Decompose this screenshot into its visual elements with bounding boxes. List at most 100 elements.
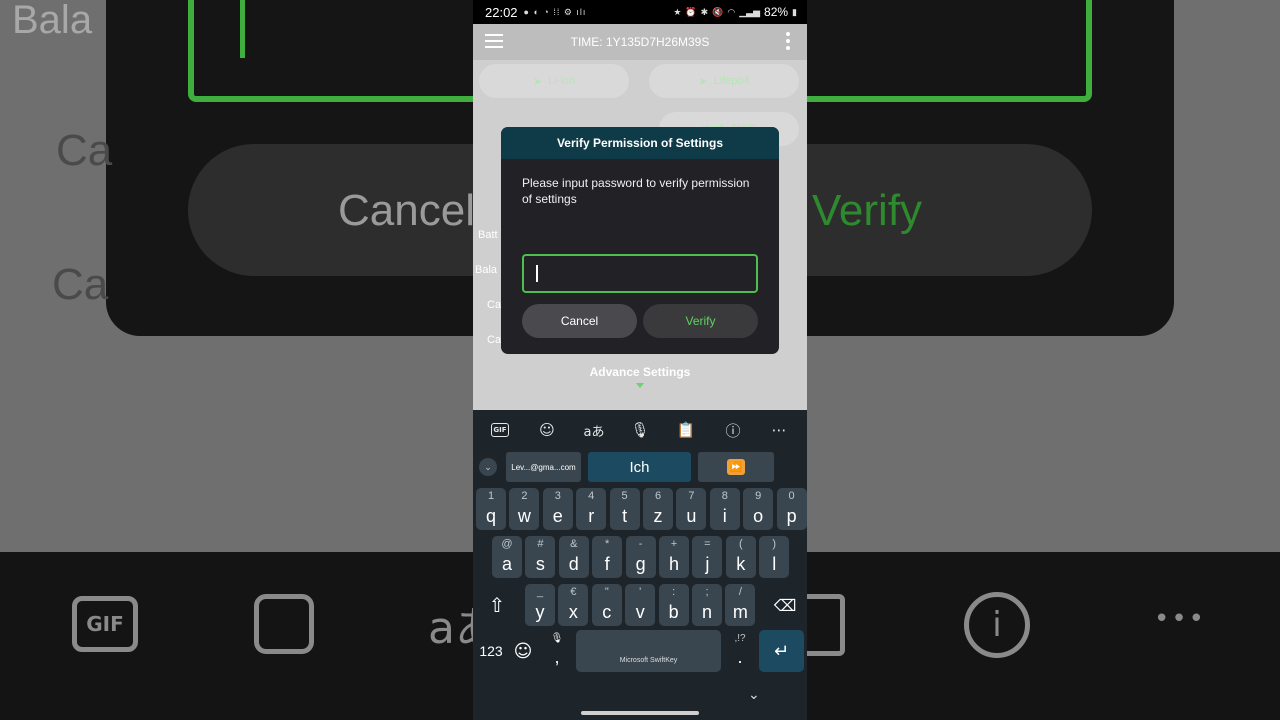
battery-level: 82% <box>764 5 789 19</box>
key-primary-label: x <box>568 602 578 622</box>
key-j[interactable]: = j <box>692 536 723 578</box>
key-primary-label: d <box>568 554 579 574</box>
period-key[interactable]: ,!? . <box>725 630 755 672</box>
microphone-icon[interactable]: 🎙 <box>628 418 652 442</box>
info-icon[interactable]: ⓘ <box>721 418 745 442</box>
key-y[interactable]: _ y <box>525 584 555 626</box>
key-d[interactable]: & d <box>558 536 589 578</box>
background-cancel-text: Cancel <box>338 186 475 235</box>
key-primary-label: t <box>622 506 628 526</box>
password-input[interactable] <box>522 254 758 293</box>
backspace-key[interactable]: ⌫ <box>768 584 802 626</box>
dialog-title: Verify Permission of Settings <box>501 127 779 159</box>
advance-settings-link[interactable]: Advance Settings <box>473 365 807 379</box>
lifepo4-button[interactable]: ➤ Lifepo4 <box>649 64 799 98</box>
key-s[interactable]: # s <box>525 536 556 578</box>
expand-arrow-icon <box>636 383 644 388</box>
key-primary-label: z <box>653 506 663 526</box>
key-z[interactable]: 6z <box>643 488 673 530</box>
key-primary-label: k <box>736 554 746 574</box>
key-primary-label: n <box>701 602 712 622</box>
mute-icon: 🔇 <box>712 6 724 17</box>
key-v[interactable]: ' v <box>625 584 656 626</box>
overflow-menu-icon[interactable] <box>785 32 791 50</box>
key-x[interactable]: € x <box>558 584 589 626</box>
battery-label: Batt <box>478 229 498 241</box>
key-primary-label: h <box>668 554 679 574</box>
key-u[interactable]: 7u <box>676 488 707 530</box>
phone-screen: 22:02 ● ◐ ◔ ⁞⁞ ⚙ ılı ★ ⏰ ✱ 🔇 ◠ ▁▃▅ 82% ▮… <box>473 0 807 720</box>
gesture-bar[interactable] <box>581 711 699 715</box>
background-verify-text: Verify <box>812 186 923 235</box>
key-h[interactable]: + h <box>659 536 689 578</box>
key-o[interactable]: 9o <box>743 488 774 530</box>
key-secondary-label: _ <box>536 586 544 598</box>
comma-key[interactable]: 🎙 , <box>543 630 571 672</box>
key-secondary-label: & <box>570 538 578 550</box>
key-primary-label: u <box>686 506 697 526</box>
key-secondary-label: 9 <box>755 490 762 502</box>
suggestion-word[interactable]: Ich <box>588 452 691 482</box>
more-icon[interactable]: ⋯ <box>767 418 791 442</box>
key-secondary-label: # <box>537 538 544 550</box>
key-c[interactable]: " c <box>591 584 622 626</box>
collapse-suggestions-icon[interactable]: ⌄ <box>479 458 497 476</box>
background-ca-text: Ca <box>52 260 109 309</box>
sticker-icon[interactable]: ☺ <box>535 418 559 442</box>
suggestion-email[interactable]: Lev...@gma...com <box>506 452 581 482</box>
key-primary-label: a <box>501 554 512 574</box>
key-secondary-label: 1 <box>487 490 495 502</box>
key-secondary-label: ' <box>639 586 642 598</box>
key-primary-label: f <box>604 554 610 574</box>
background-green-line <box>240 0 245 58</box>
background-ca-text: Ca <box>56 126 113 175</box>
notification-icons: ● ◐ ◔ ⁞⁞ ⚙ ılı <box>523 6 587 17</box>
background-balance-text: Bala <box>12 0 93 42</box>
key-r[interactable]: 4r <box>576 488 607 530</box>
translate-icon[interactable]: aあ <box>582 418 606 442</box>
numbers-key[interactable]: 123 <box>476 630 506 672</box>
key-primary-label: m <box>732 602 748 622</box>
key-p[interactable]: 0p <box>776 488 807 530</box>
emoji-key[interactable]: ☺ <box>510 630 536 672</box>
text-cursor <box>536 265 538 282</box>
key-f[interactable]: * f <box>592 536 623 578</box>
key-e[interactable]: 3e <box>542 488 573 530</box>
key-primary-label: w <box>517 506 531 526</box>
cancel-button[interactable]: Cancel <box>522 304 637 338</box>
key-t[interactable]: 5t <box>609 488 640 530</box>
key-m[interactable]: / m <box>725 584 756 626</box>
key-i[interactable]: 8i <box>709 488 740 530</box>
menu-icon[interactable] <box>485 34 503 48</box>
key-secondary-label: 6 <box>654 490 662 502</box>
alarm-icon: ⏰ <box>685 6 697 17</box>
key-secondary-label: € <box>570 586 577 598</box>
key-b[interactable]: :b <box>658 584 689 626</box>
balance-label: Bala <box>475 264 498 276</box>
comma-label: , <box>554 647 560 667</box>
key-secondary-label: 3 <box>554 490 561 502</box>
clipboard-icon[interactable]: 📋 <box>674 418 698 442</box>
key-g[interactable]: -g <box>625 536 656 578</box>
key-l[interactable]: ) l <box>759 536 790 578</box>
li-ion-button[interactable]: ➤ Li-ion <box>479 64 629 98</box>
key-q[interactable]: 1q <box>476 488 506 530</box>
gif-icon[interactable]: GIF <box>491 423 509 437</box>
key-n[interactable]: ; n <box>692 584 722 626</box>
hide-keyboard-icon[interactable]: ⌄ <box>748 687 760 703</box>
space-bar[interactable]: Microsoft SwiftKey <box>576 630 721 672</box>
verify-button[interactable]: Verify <box>643 304 758 338</box>
send-icon: ➤ <box>698 75 708 88</box>
key-secondary-label: - <box>638 538 643 550</box>
key-w[interactable]: 2w <box>509 488 540 530</box>
key-secondary-label: " <box>604 586 609 598</box>
key-k[interactable]: (k <box>725 536 756 578</box>
shift-key[interactable]: ⇧ <box>481 584 513 626</box>
mic-icon: 🎙 <box>550 633 564 644</box>
key-secondary-label: + <box>670 538 678 550</box>
enter-key[interactable]: ↵ <box>759 630 804 672</box>
suggestion-emoji[interactable]: ⏩ <box>698 452 774 482</box>
key-primary-label: l <box>772 554 777 574</box>
battery-icon: ▮ <box>792 6 797 17</box>
key-a[interactable]: @ a <box>492 536 522 578</box>
